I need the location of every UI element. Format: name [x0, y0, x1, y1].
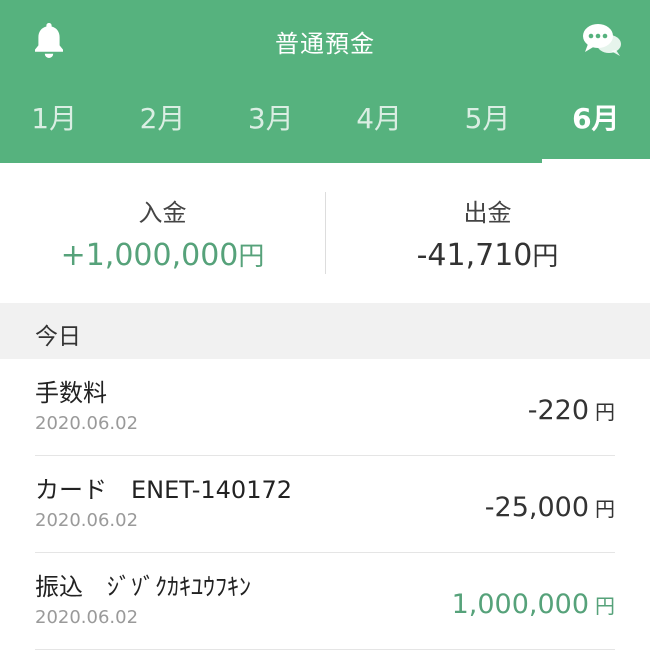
transaction-description: 振込 ｼﾞｿﾞｸｶｷﾕｳﾌｷﾝ: [35, 573, 251, 601]
section-label: 今日: [35, 324, 81, 350]
page-title: 普通預金: [275, 30, 375, 58]
transaction-description: カード ENET-140172: [35, 476, 293, 504]
amount-value: -220: [527, 395, 589, 426]
transaction-date: 2020.06.02: [35, 413, 139, 434]
transaction-date: 2020.06.02: [35, 607, 139, 628]
amount-value: 1,000,000: [451, 589, 589, 620]
tab-month-4[interactable]: 4月: [325, 88, 433, 163]
tab-month-6[interactable]: 6月: [541, 88, 650, 163]
withdrawal-label: 出金: [463, 199, 512, 227]
transaction-date: 2020.06.02: [35, 510, 139, 531]
tab-month-2[interactable]: 2月: [108, 88, 216, 163]
withdrawal-unit: 円: [532, 242, 559, 272]
month-tabs: 1月 2月 3月 4月 5月 6月: [0, 88, 650, 163]
transaction-amount: 1,000,000 円: [452, 589, 615, 620]
amount-currency: 円: [595, 497, 615, 521]
tab-month-1[interactable]: 1月: [0, 88, 108, 163]
chat-bubbles-icon[interactable]: [580, 20, 624, 60]
amount-currency: 円: [595, 594, 615, 618]
deposit-unit: 円: [238, 242, 265, 272]
withdrawal-summary: 出金 -41,710円: [325, 163, 650, 303]
app-header: 普通預金 1月 2月 3月 4月 5月 6月: [0, 0, 650, 163]
tab-month-3[interactable]: 3月: [217, 88, 325, 163]
amount-value: -25,000: [484, 492, 589, 523]
transaction-amount: -25,000 円: [485, 492, 615, 523]
transaction-amount: -220 円: [528, 395, 615, 426]
transaction-description: 手数料: [35, 379, 107, 407]
tab-month-5[interactable]: 5月: [433, 88, 541, 163]
row-divider: [35, 649, 615, 650]
section-header-today: 今日: [0, 303, 650, 359]
transaction-row[interactable]: カード ENET-140172 2020.06.02 -25,000 円: [0, 456, 650, 553]
summary-divider: [325, 192, 326, 274]
transaction-row[interactable]: 手数料 2020.06.02 -220 円: [0, 359, 650, 456]
deposit-label: 入金: [138, 199, 187, 227]
transaction-row[interactable]: 振込 ｼﾞｿﾞｸｶｷﾕｳﾌｷﾝ 2020.06.02 1,000,000 円: [0, 553, 650, 650]
withdrawal-value: -41,710: [416, 238, 533, 273]
deposit-amount: +1,000,000円: [0, 236, 325, 273]
amount-currency: 円: [595, 400, 615, 424]
withdrawal-amount: -41,710円: [325, 236, 650, 273]
deposit-value: +1,000,000: [60, 238, 239, 273]
deposit-summary: 入金 +1,000,000円: [0, 163, 325, 303]
